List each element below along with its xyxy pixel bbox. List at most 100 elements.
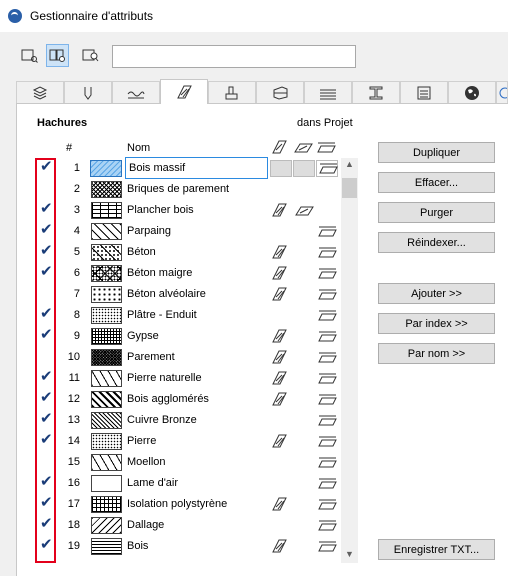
effacer-button[interactable]: Effacer... (378, 172, 495, 193)
window-title: Gestionnaire d'attributs (30, 9, 154, 23)
composite-icon (273, 86, 288, 100)
list-item[interactable]: ✔ 5 Béton (36, 242, 337, 263)
tab-profiles[interactable] (352, 81, 400, 104)
list-item[interactable]: ✔ 19 Bois (36, 536, 337, 557)
cut-fill-icon (318, 310, 337, 321)
dupliquer-button[interactable]: Dupliquer (378, 142, 495, 163)
list-item[interactable]: ✔ 6 Béton maigre (36, 263, 337, 284)
cut-fill-icon (318, 289, 337, 300)
fill-pattern-swatch (91, 202, 122, 219)
search-input[interactable] (112, 45, 356, 68)
archicad-app-icon (8, 9, 22, 23)
tab-building-materials[interactable] (208, 81, 256, 104)
detail-view-button[interactable] (79, 44, 102, 67)
list-item[interactable]: 2 Briques de parement (36, 179, 336, 200)
fill-type-icon (272, 497, 287, 511)
cut-fill-icon (318, 520, 337, 531)
tab-zones[interactable] (400, 81, 448, 104)
purger-button[interactable]: Purger (378, 202, 495, 223)
fill-name: Plâtre - Enduit (127, 309, 197, 321)
row-number: 8 (73, 309, 80, 321)
list-item[interactable]: ✔ 1 (36, 158, 336, 179)
fill-icon (177, 85, 192, 99)
list-item[interactable]: ✔ 17 Isolation polystyrène (36, 494, 337, 515)
cut-fill-icon (318, 415, 337, 426)
fill-pattern-swatch (91, 307, 122, 324)
row-number: 13 (67, 414, 80, 426)
list-item[interactable]: ✔ 18 Dallage (36, 515, 337, 536)
tab-surfaces[interactable] (304, 81, 352, 104)
fill-name: Bois (127, 540, 149, 552)
cut-fill-icon (318, 331, 337, 342)
fill-pattern-swatch (91, 412, 122, 429)
fill-type-icon (272, 287, 287, 301)
column-name-header: Nom (127, 142, 151, 154)
fill-type-icon (272, 245, 287, 259)
fill-name: Gypse (127, 330, 159, 342)
list-item[interactable]: 7 Béton alvéolaire (36, 284, 337, 305)
tab-fills[interactable] (160, 79, 208, 104)
row-number: 9 (73, 330, 80, 342)
selected-fill-name[interactable]: Bois massif (129, 162, 185, 174)
tab-globe[interactable] (448, 81, 496, 104)
tab-pens[interactable] (64, 81, 112, 104)
list-item[interactable]: ✔ 14 Pierre (36, 431, 337, 452)
fill-name: Béton alvéolaire (127, 288, 206, 300)
scroll-down-icon[interactable]: ▼ (341, 549, 358, 559)
tab-layers[interactable] (16, 81, 64, 104)
row-number: 18 (67, 519, 80, 531)
list-item[interactable]: ✔ 13 Cuivre Bronze (36, 410, 337, 431)
tab-more[interactable] (496, 81, 508, 104)
row-number: 10 (67, 351, 80, 363)
tab-composites[interactable] (256, 81, 304, 104)
enregistrer-txt-button[interactable]: Enregistrer TXT... (378, 539, 495, 560)
row-number: 1 (73, 162, 80, 174)
list-scrollbar[interactable]: ▲ ▼ (341, 158, 358, 563)
title-bar: Gestionnaire d'attributs (0, 0, 508, 32)
list-item[interactable]: ✔ 8 Plâtre - Enduit (36, 305, 337, 326)
scroll-up-icon[interactable]: ▲ (341, 159, 358, 169)
fill-type-icon (272, 392, 287, 406)
fill-pattern-swatch (91, 244, 122, 261)
fill-type-icon (272, 350, 287, 364)
ajouter-button[interactable]: Ajouter >> (378, 283, 495, 304)
fill-pattern-swatch (91, 538, 122, 555)
fill-type-icon (272, 329, 287, 343)
list-item[interactable]: ✔ 9 Gypse (36, 326, 337, 347)
fill-pattern-swatch (91, 181, 122, 198)
column-cut-header-icon (317, 142, 336, 153)
list-item[interactable]: 10 Parement (36, 347, 337, 368)
fill-name: Bois agglomérés (127, 393, 209, 405)
row-number: 3 (73, 204, 80, 216)
list-view-button[interactable] (18, 44, 41, 67)
row-number: 5 (73, 246, 80, 258)
list-item[interactable]: ✔ 4 Parpaing (36, 221, 337, 242)
layers-icon (32, 86, 48, 100)
list-item[interactable]: ✔ 11 Pierre naturelle (36, 368, 337, 389)
fill-name: Pierre naturelle (127, 372, 202, 384)
row-number: 19 (67, 540, 80, 552)
row-number: 12 (67, 393, 80, 405)
list-item[interactable]: 15 Moellon (36, 452, 337, 473)
scroll-thumb[interactable] (342, 178, 357, 198)
tab-lines[interactable] (112, 81, 160, 104)
row-number: 14 (67, 435, 80, 447)
row-number: 6 (73, 267, 80, 279)
split-view-button[interactable] (46, 44, 69, 67)
fill-name: Lame d'air (127, 477, 179, 489)
fill-pattern-swatch (91, 517, 122, 534)
cut-fill-icon (319, 163, 338, 174)
cut-fill-icon (318, 478, 337, 489)
building-material-icon (225, 86, 238, 100)
cut-fill-icon (318, 226, 337, 237)
row-number: 7 (73, 288, 80, 300)
cut-fill-icon (318, 373, 337, 384)
list-item[interactable]: ✔ 12 Bois agglomérés (36, 389, 337, 410)
list-item[interactable]: ✔ 16 Lame d'air (36, 473, 337, 494)
row-number: 17 (67, 498, 80, 510)
fill-name: Cuivre Bronze (127, 414, 197, 426)
list-item[interactable]: ✔ 3 Plancher bois (36, 200, 336, 221)
reindexer-button[interactable]: Réindexer... (378, 232, 495, 253)
par-nom-button[interactable]: Par nom >> (378, 343, 495, 364)
par-index-button[interactable]: Par index >> (378, 313, 495, 334)
